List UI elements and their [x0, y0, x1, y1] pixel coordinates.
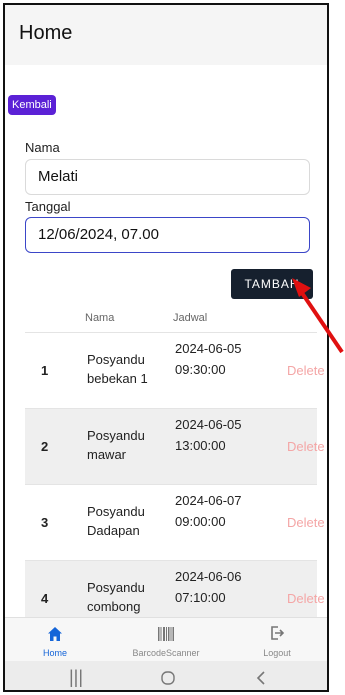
app-header: Home	[5, 5, 327, 65]
back-button[interactable]: Kembali	[8, 95, 56, 115]
row-schedule: 2024-06-05 13:00:00	[175, 417, 242, 453]
column-header-name: Nama	[85, 312, 115, 324]
back-nav-icon[interactable]	[255, 670, 267, 686]
bottom-navigation: Home BarcodeScanner Logout	[5, 617, 327, 662]
row-name: Posyandu bebekan 1	[87, 352, 148, 386]
page-title: Home	[19, 22, 73, 44]
delete-button[interactable]: Delete	[287, 363, 325, 378]
row-index: 4	[41, 591, 49, 606]
date-field[interactable]: 12/06/2024, 07.00	[25, 217, 310, 253]
delete-button[interactable]: Delete	[287, 439, 325, 454]
logout-icon	[271, 626, 285, 640]
nav-home-label: Home	[42, 648, 67, 658]
row-schedule: 2024-06-05 09:30:00	[175, 341, 242, 377]
table-row: 1 Posyandu bebekan 1 2024-06-05 09:30:00…	[25, 332, 325, 408]
phone-screen: Home Kembali Nama Melati Tanggal 12/06/2…	[3, 3, 329, 692]
home-circle-icon[interactable]	[160, 670, 176, 686]
table-row: 3 Posyandu Dadapan 2024-06-07 09:00:00 D…	[25, 484, 325, 560]
date-label: Tanggal	[25, 199, 71, 214]
nav-barcode-scanner[interactable]: BarcodeScanner	[116, 618, 216, 662]
column-header-schedule: Jadwal	[173, 312, 208, 324]
row-name: Posyandu combong	[87, 580, 145, 614]
row-schedule: 2024-06-06 07:10:00	[175, 569, 242, 605]
name-field[interactable]: Melati	[25, 159, 310, 195]
nav-barcode-label: BarcodeScanner	[132, 648, 200, 658]
home-icon	[48, 627, 62, 641]
recent-apps-icon[interactable]: |||	[69, 667, 83, 688]
row-index: 3	[41, 515, 49, 530]
row-name: Posyandu mawar	[87, 428, 145, 462]
name-label: Nama	[25, 140, 60, 155]
row-schedule: 2024-06-07 09:00:00	[175, 493, 242, 529]
row-index: 2	[41, 439, 49, 454]
delete-button[interactable]: Delete	[287, 591, 325, 606]
nav-logout-label: Logout	[263, 648, 291, 658]
row-name: Posyandu Dadapan	[87, 504, 145, 538]
table-row: 2 Posyandu mawar 2024-06-05 13:00:00 Del…	[25, 408, 325, 484]
system-navigation-bar: |||	[5, 661, 327, 690]
delete-button[interactable]: Delete	[287, 515, 325, 530]
nav-home[interactable]: Home	[5, 618, 105, 662]
row-index: 1	[41, 363, 49, 378]
nav-logout[interactable]: Logout	[227, 618, 327, 662]
barcode-icon	[158, 627, 174, 641]
annotation-arrow-icon	[292, 278, 344, 354]
